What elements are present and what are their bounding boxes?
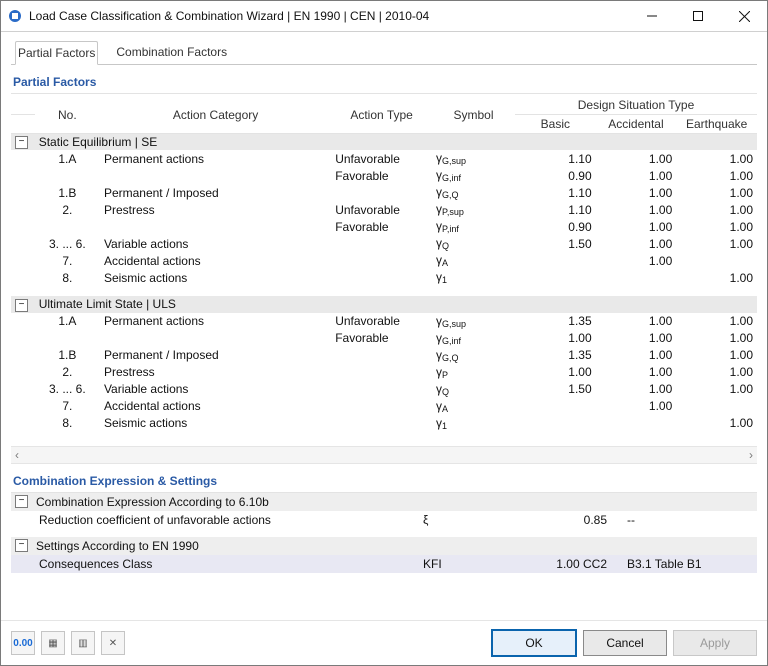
app-icon	[7, 8, 23, 24]
dialog-window: Load Case Classification & Combination W…	[0, 0, 768, 666]
horizontal-scrollbar[interactable]: ‹›	[11, 446, 757, 464]
row-consequences-class[interactable]: Consequences Class KFI 1.00 CC2 B3.1 Tab…	[11, 555, 757, 573]
hdr-symbol: Symbol	[432, 96, 515, 134]
titlebar: Load Case Classification & Combination W…	[1, 1, 767, 32]
table-row[interactable]: 7.Accidental actionsγA1.00	[11, 398, 757, 415]
collapse-icon[interactable]: −	[15, 136, 28, 149]
group-settings-en1990[interactable]: − Settings According to EN 1990	[11, 537, 757, 555]
content-area: Partial Factors Combination Factors Part…	[1, 32, 767, 620]
hdr-basic: Basic	[515, 115, 596, 134]
hdr-no: No.	[35, 96, 100, 134]
table-row[interactable]: 1.APermanent actionsUnfavorableγG,sup1.3…	[11, 313, 757, 330]
toolbar-columns-icon[interactable]: ▥	[71, 631, 95, 655]
collapse-icon[interactable]: −	[15, 539, 28, 552]
collapse-icon[interactable]: −	[15, 495, 28, 508]
partial-factors-grid: No. Action Category Action Type Symbol D…	[11, 96, 757, 442]
combination-settings-tree: − Combination Expression According to 6.…	[11, 493, 757, 573]
table-row[interactable]: 7.Accidental actionsγA1.00	[11, 252, 757, 269]
table-group-row[interactable]: −Static Equilibrium | SE	[11, 134, 757, 151]
table-row[interactable]: 3. ... 6.Variable actionsγQ1.501.001.00	[11, 381, 757, 398]
table-row[interactable]: FavorableγG,inf1.001.001.00	[11, 330, 757, 347]
hdr-action-category: Action Category	[100, 96, 331, 134]
table-row[interactable]: 2.PrestressUnfavorableγP,sup1.101.001.00	[11, 201, 757, 218]
apply-button[interactable]: Apply	[673, 630, 757, 656]
tab-combination-factors[interactable]: Combination Factors	[114, 41, 229, 65]
table-row[interactable]: 3. ... 6.Variable actionsγQ1.501.001.00	[11, 235, 757, 252]
hdr-action-type: Action Type	[331, 96, 432, 134]
group-combination-expression[interactable]: − Combination Expression According to 6.…	[11, 493, 757, 511]
table-row[interactable]: 1.APermanent actionsUnfavorableγG,sup1.1…	[11, 150, 757, 167]
close-button[interactable]	[721, 2, 767, 31]
tabs: Partial Factors Combination Factors	[11, 40, 757, 65]
table-row[interactable]: FavorableγG,inf0.901.001.00	[11, 167, 757, 184]
toolbar-numeric-icon[interactable]: 0.00	[11, 631, 35, 655]
table-row[interactable]: FavorableγP,inf0.901.001.00	[11, 218, 757, 235]
hdr-earthquake: Earthquake	[676, 115, 757, 134]
section-title-combination-settings: Combination Expression & Settings	[11, 468, 757, 493]
toolbar-delete-icon[interactable]: ✕	[101, 631, 125, 655]
table-group-row[interactable]: −Ultimate Limit State | ULS	[11, 296, 757, 312]
hdr-design-situation-type: Design Situation Type	[515, 96, 757, 115]
section-title-partial-factors: Partial Factors	[11, 69, 757, 94]
toolbar-grid-icon[interactable]: ▦	[41, 631, 65, 655]
footer: 0.00 ▦ ▥ ✕ OK Cancel Apply	[1, 620, 767, 665]
table-row[interactable]: 1.BPermanent / ImposedγG,Q1.351.001.00	[11, 347, 757, 364]
minimize-button[interactable]	[629, 2, 675, 31]
cancel-button[interactable]: Cancel	[583, 630, 667, 656]
collapse-icon[interactable]: −	[15, 299, 28, 312]
table-row[interactable]: 2.PrestressγP1.001.001.00	[11, 364, 757, 381]
ok-button[interactable]: OK	[491, 629, 577, 657]
table-row[interactable]: 8.Seismic actionsγ11.00	[11, 415, 757, 432]
table-row[interactable]: 1.BPermanent / ImposedγG,Q1.101.001.00	[11, 184, 757, 201]
window-title: Load Case Classification & Combination W…	[29, 9, 629, 23]
row-reduction-coefficient[interactable]: Reduction coefficient of unfavorable act…	[11, 511, 757, 529]
hdr-accidental: Accidental	[596, 115, 677, 134]
tab-partial-factors[interactable]: Partial Factors	[15, 41, 98, 65]
table-row[interactable]: 8.Seismic actionsγ11.00	[11, 269, 757, 286]
maximize-button[interactable]	[675, 2, 721, 31]
